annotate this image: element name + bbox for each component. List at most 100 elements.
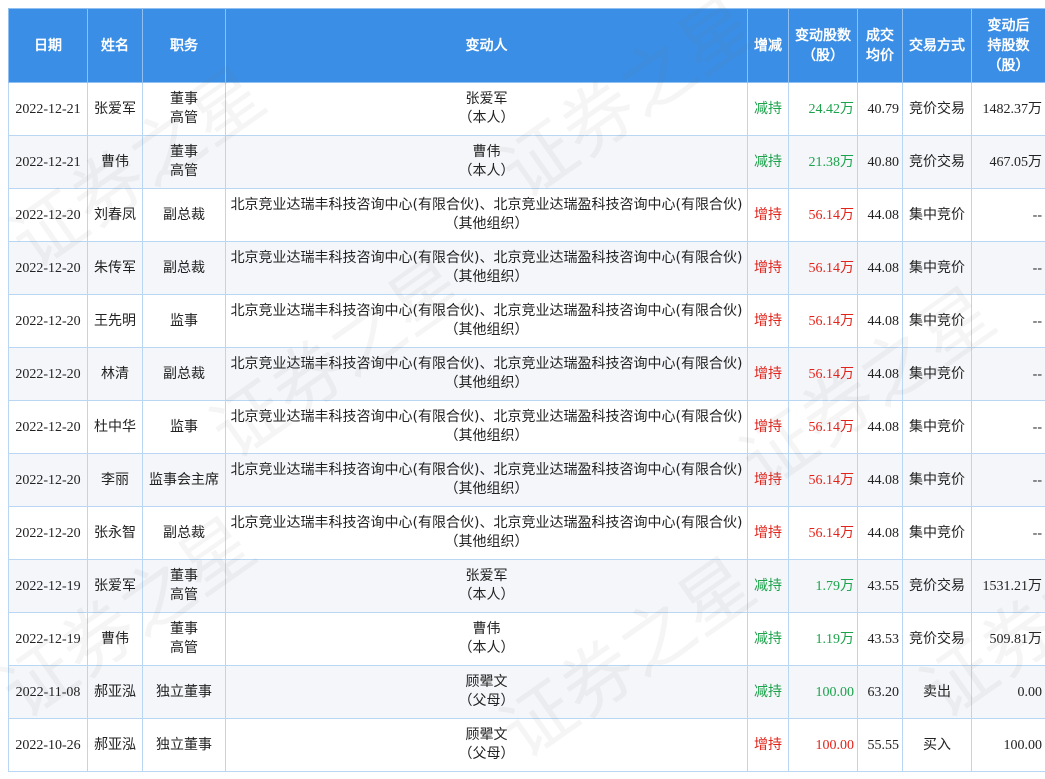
cell-method: 集中竞价 <box>902 347 972 401</box>
cell-holder: 北京竞业达瑞丰科技咨询中心(有限合伙)、北京竞业达瑞盈科技咨询中心(有限合伙) （… <box>225 453 748 507</box>
holder-line1: 顾翚文 <box>465 674 508 690</box>
table-row[interactable]: 2022-11-08 郝亚泓 独立董事 顾翚文 （父母） 减持 100.00 63.20 卖出 0… <box>8 665 1045 719</box>
header-change-shares[interactable]: 变动股数 （股） <box>788 8 858 83</box>
cell-change-shares: 24.42万 <box>788 82 858 136</box>
cell-date: 2022-12-20 <box>8 506 88 560</box>
table-row[interactable]: 2022-12-20 王先明 监事 北京竞业达瑞丰科技咨询中心(有限合伙)、北京竞业达… <box>8 294 1045 348</box>
role-line1: 副总裁 <box>163 259 205 276</box>
cell-role: 董事 高管 <box>142 82 226 136</box>
holder-line2: （本人） <box>458 640 515 656</box>
cell-direction: 增持 <box>747 453 789 507</box>
header-role[interactable]: 职务 <box>142 8 226 83</box>
role-line1: 独立董事 <box>156 736 212 753</box>
role-line1: 独立董事 <box>156 683 212 700</box>
cell-name: 张爱军 <box>87 82 143 136</box>
cell-change-shares: 1.19万 <box>788 612 858 666</box>
cell-method: 集中竞价 <box>902 241 972 295</box>
cell-change-shares: 56.14万 <box>788 294 858 348</box>
cell-holder: 曹伟 （本人） <box>225 135 748 189</box>
header-holder[interactable]: 变动人 <box>225 8 748 83</box>
cell-name: 王先明 <box>87 294 143 348</box>
cell-after-shares: -- <box>971 188 1045 242</box>
cell-direction: 增持 <box>747 400 789 454</box>
role-line1: 董事 <box>170 144 198 160</box>
header-after-line2: 持股数 <box>987 37 1030 54</box>
cell-date: 2022-12-20 <box>8 241 88 295</box>
holder-line1: 顾翚文 <box>465 727 508 743</box>
cell-price: 44.08 <box>857 453 903 507</box>
holder-line1: 张爱军 <box>465 91 508 107</box>
cell-method: 竞价交易 <box>902 135 972 189</box>
cell-price: 44.08 <box>857 506 903 560</box>
cell-method: 买入 <box>902 718 972 772</box>
header-change-shares-line2: （股） <box>802 47 844 64</box>
table-row[interactable]: 2022-12-20 杜中华 监事 北京竞业达瑞丰科技咨询中心(有限合伙)、北京竞业达… <box>8 400 1045 454</box>
cell-direction: 增持 <box>747 506 789 560</box>
table-row[interactable]: 2022-12-19 张爱军 董事 高管 张爱军 （本人） 减持 1.79万 43.55 竞价交易… <box>8 559 1045 613</box>
cell-date: 2022-12-20 <box>8 294 88 348</box>
holder-line1: 北京竞业达瑞丰科技咨询中心(有限合伙)、北京竞业达瑞盈科技咨询中心(有限合伙) <box>230 250 743 266</box>
cell-method: 卖出 <box>902 665 972 719</box>
holder-line2: （父母） <box>458 693 515 709</box>
cell-price: 44.08 <box>857 347 903 401</box>
role-line2: 高管 <box>170 110 198 126</box>
role-line1: 监事 <box>170 418 198 435</box>
cell-role: 副总裁 <box>142 506 226 560</box>
table-row[interactable]: 2022-12-20 刘春凤 副总裁 北京竞业达瑞丰科技咨询中心(有限合伙)、北京竞业… <box>8 188 1045 242</box>
holder-line1: 张爱军 <box>465 568 508 584</box>
cell-holder: 北京竞业达瑞丰科技咨询中心(有限合伙)、北京竞业达瑞盈科技咨询中心(有限合伙) （… <box>225 294 748 348</box>
header-after-shares[interactable]: 变动后 持股数 （股） <box>971 8 1045 83</box>
table-row[interactable]: 2022-12-21 曹伟 董事 高管 曹伟 （本人） 减持 21.38万 40.80 竞价交易 4… <box>8 135 1045 189</box>
header-date[interactable]: 日期 <box>8 8 88 83</box>
holder-line1: 北京竞业达瑞丰科技咨询中心(有限合伙)、北京竞业达瑞盈科技咨询中心(有限合伙) <box>230 197 743 213</box>
table-row[interactable]: 2022-12-20 朱传军 副总裁 北京竞业达瑞丰科技咨询中心(有限合伙)、北京竞业… <box>8 241 1045 295</box>
holder-line2: （本人） <box>458 587 515 603</box>
cell-direction: 增持 <box>747 718 789 772</box>
header-price[interactable]: 成交 均价 <box>857 8 903 83</box>
table-row[interactable]: 2022-12-20 张永智 副总裁 北京竞业达瑞丰科技咨询中心(有限合伙)、北京竞业… <box>8 506 1045 560</box>
cell-date: 2022-12-20 <box>8 453 88 507</box>
header-direction[interactable]: 增减 <box>747 8 789 83</box>
cell-role: 副总裁 <box>142 241 226 295</box>
cell-after-shares: -- <box>971 347 1045 401</box>
cell-after-shares: 1482.37万 <box>971 82 1045 136</box>
cell-after-shares: -- <box>971 453 1045 507</box>
role-line1: 董事 <box>170 568 198 584</box>
table-row[interactable]: 2022-12-20 林清 副总裁 北京竞业达瑞丰科技咨询中心(有限合伙)、北京竞业达… <box>8 347 1045 401</box>
header-method[interactable]: 交易方式 <box>902 8 972 83</box>
header-after-line3: （股） <box>987 57 1030 74</box>
table-row[interactable]: 2022-12-20 李丽 监事会主席 北京竞业达瑞丰科技咨询中心(有限合伙)、北京竞… <box>8 453 1045 507</box>
table-row[interactable]: 2022-12-21 张爱军 董事 高管 张爱军 （本人） 减持 24.42万 40.79 竞价交… <box>8 82 1045 136</box>
cell-direction: 增持 <box>747 188 789 242</box>
cell-name: 刘春凤 <box>87 188 143 242</box>
cell-role: 董事 高管 <box>142 135 226 189</box>
cell-name: 郝亚泓 <box>87 718 143 772</box>
insider-trading-table: 日期 姓名 职务 变动人 增减 变动股数 （股） 成交 均价 交易方式 变动后 … <box>8 8 1045 772</box>
role-line1: 董事 <box>170 621 198 637</box>
cell-direction: 增持 <box>747 294 789 348</box>
cell-price: 63.20 <box>857 665 903 719</box>
header-price-line1: 成交 <box>866 27 894 44</box>
role-line1: 副总裁 <box>163 365 205 382</box>
cell-change-shares: 56.14万 <box>788 506 858 560</box>
cell-direction: 增持 <box>747 241 789 295</box>
cell-holder: 曹伟 （本人） <box>225 612 748 666</box>
role-line1: 董事 <box>170 91 198 107</box>
cell-change-shares: 56.14万 <box>788 453 858 507</box>
header-after-line1: 变动后 <box>987 17 1030 34</box>
table-row[interactable]: 2022-10-26 郝亚泓 独立董事 顾翚文 （父母） 增持 100.00 55.55 买入 1… <box>8 718 1045 772</box>
cell-method: 集中竞价 <box>902 400 972 454</box>
cell-date: 2022-10-26 <box>8 718 88 772</box>
cell-holder: 北京竞业达瑞丰科技咨询中心(有限合伙)、北京竞业达瑞盈科技咨询中心(有限合伙) （… <box>225 241 748 295</box>
cell-role: 董事 高管 <box>142 559 226 613</box>
cell-price: 40.80 <box>857 135 903 189</box>
cell-direction: 减持 <box>747 665 789 719</box>
cell-holder: 北京竞业达瑞丰科技咨询中心(有限合伙)、北京竞业达瑞盈科技咨询中心(有限合伙) （… <box>225 347 748 401</box>
cell-price: 40.79 <box>857 82 903 136</box>
cell-role: 副总裁 <box>142 347 226 401</box>
header-name[interactable]: 姓名 <box>87 8 143 83</box>
cell-price: 44.08 <box>857 400 903 454</box>
cell-direction: 减持 <box>747 612 789 666</box>
cell-price: 44.08 <box>857 294 903 348</box>
table-row[interactable]: 2022-12-19 曹伟 董事 高管 曹伟 （本人） 减持 1.19万 43.53 竞价交易 50… <box>8 612 1045 666</box>
